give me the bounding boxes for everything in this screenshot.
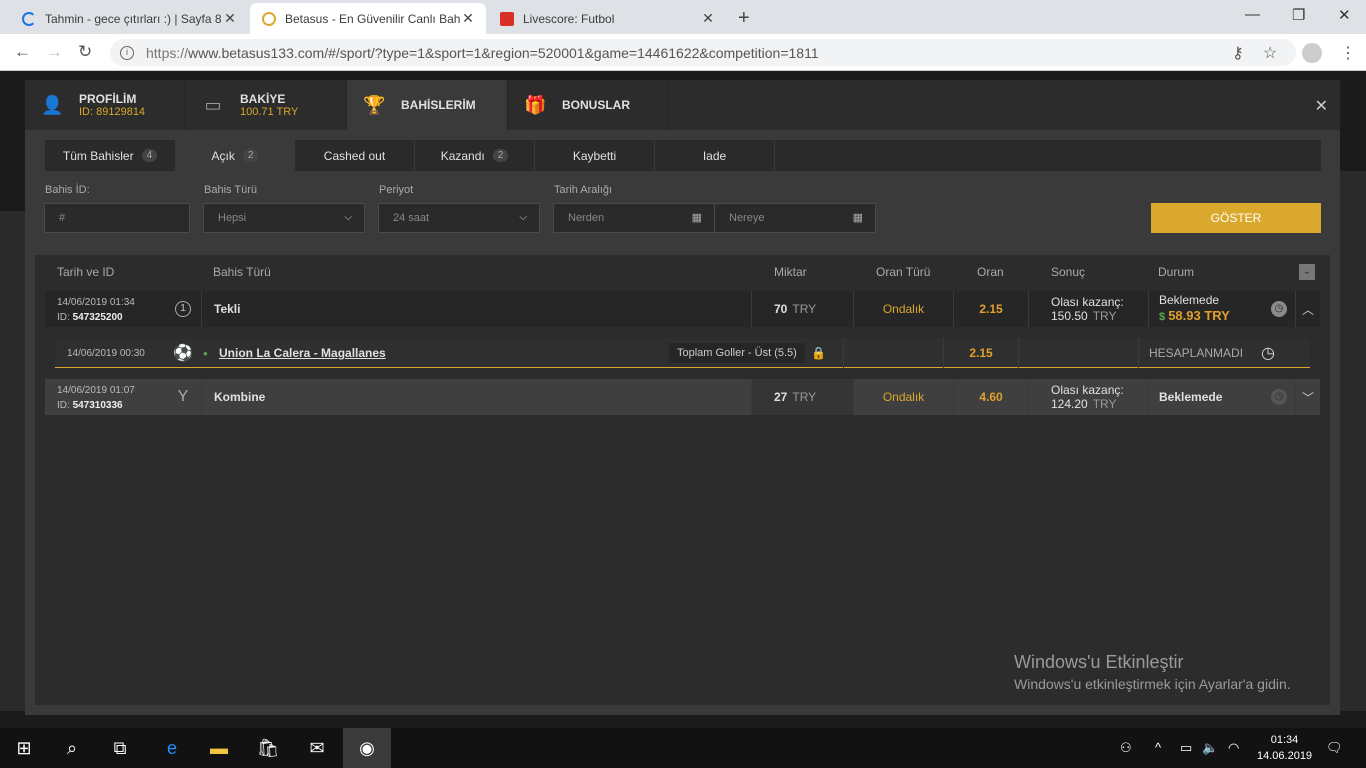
minimize-icon[interactable]: —: [1245, 6, 1260, 23]
clock-icon[interactable]: ◷: [1261, 338, 1275, 368]
notifications-icon[interactable]: 🗨: [1326, 740, 1343, 756]
calendar-icon[interactable]: ▦: [692, 211, 702, 224]
menu-icon[interactable]: ⋮: [1340, 43, 1356, 63]
back-icon[interactable]: ←: [14, 42, 31, 62]
background-right: [1340, 171, 1366, 711]
star-icon[interactable]: ☆: [1263, 43, 1277, 63]
close-modal-icon[interactable]: ✕: [1315, 96, 1328, 116]
close-tab-icon[interactable]: ✕: [222, 10, 238, 27]
browser-tab-3[interactable]: Livescore: Futbol ✕: [488, 3, 726, 34]
url-field[interactable]: i https://www.betasus133.com/#/sport/?ty…: [110, 39, 1296, 66]
tab-balance[interactable]: ▭ BAKİYE 100.71 TRY: [186, 80, 347, 130]
cashout-icon: $: [1159, 311, 1169, 323]
football-icon: ⚽: [173, 345, 193, 362]
close-tab-icon[interactable]: ✕: [460, 10, 476, 27]
browser-tab-1[interactable]: Tahmin - gece çıtırları :) | Sayfa 8 ✕: [10, 3, 248, 34]
background-sidebar: [0, 211, 25, 711]
wifi-icon[interactable]: ◠: [1228, 740, 1239, 756]
user-icon: 👤: [41, 95, 64, 115]
tab-lost[interactable]: Kaybetti: [535, 140, 655, 171]
edge-icon[interactable]: e: [160, 736, 184, 760]
tab-refund[interactable]: Iade: [655, 140, 775, 171]
forward-icon[interactable]: →: [46, 42, 63, 62]
match-link[interactable]: Union La Calera - Magallanes: [219, 338, 386, 368]
bet-id-label: Bahis İD:: [45, 184, 90, 196]
show-button[interactable]: GÖSTER: [1151, 203, 1321, 233]
market-badge: Toplam Goller - Üst (5.5): [669, 343, 805, 363]
loading-icon: [22, 11, 36, 26]
bet-type-label: Bahis Türü: [204, 184, 257, 196]
period-select[interactable]: 24 saat ⌵: [378, 203, 540, 233]
address-bar-row: ← → ↻ i https://www.betasus133.com/#/spo…: [0, 34, 1366, 71]
table-header: Tarih ve ID Bahis Türü Miktar Oran Türü …: [35, 255, 1330, 290]
live-dot-icon: ●: [203, 348, 208, 358]
wallet-icon: ▭: [204, 95, 222, 115]
modal-tabs: 👤 PROFİLİM ID: 89129814 ▭ BAKİYE 100.71 TR…: [25, 80, 1340, 130]
volume-icon[interactable]: 🔈: [1202, 740, 1218, 756]
livescore-favicon-icon: [500, 11, 514, 26]
date-from-input[interactable]: Nerden ▦: [553, 203, 715, 233]
maximize-icon[interactable]: ❐: [1292, 6, 1305, 24]
browser-tab-2[interactable]: Betasus - En Güvenilir Canlı Bahis ✕: [250, 3, 486, 34]
lock-icon: 🔒: [811, 346, 826, 360]
activation-watermark-title: Windows'u Etkinleştir: [1014, 652, 1184, 672]
search-icon[interactable]: ⌕: [60, 736, 84, 760]
table-row[interactable]: 14/06/2019 01:07 ID: 547310336 Y Kombine…: [45, 379, 1320, 415]
system-clock[interactable]: 01:34 14.06.2019: [1257, 732, 1312, 764]
tab-my-bets[interactable]: 🏆 BAHİSLERİM: [347, 80, 508, 130]
date-range-label: Tarih Aralığı: [554, 184, 613, 196]
combo-bet-icon: Y: [177, 388, 189, 405]
tab-won[interactable]: Kazandı 2: [415, 140, 535, 171]
browser-tab-strip: Tahmin - gece çıtırları :) | Sayfa 8 ✕ B…: [0, 0, 1366, 34]
close-window-icon[interactable]: ✕: [1338, 6, 1351, 24]
trophy-icon: 🏆: [363, 95, 386, 115]
calendar-icon[interactable]: ▦: [853, 211, 863, 224]
new-tab-icon[interactable]: +: [738, 7, 750, 30]
tab-bonuses[interactable]: 🎁 BONUSLAR: [508, 80, 669, 130]
table-row[interactable]: 14/06/2019 01:34 ID: 547325200 1 Tekli 7…: [45, 291, 1320, 327]
battery-icon[interactable]: ▭: [1180, 740, 1192, 756]
clock-icon: ◷: [1271, 301, 1287, 317]
betasus-favicon-icon: [262, 11, 276, 26]
avatar[interactable]: [1302, 43, 1322, 63]
key-icon[interactable]: ⚷: [1232, 43, 1244, 63]
reload-icon[interactable]: ↻: [78, 42, 92, 62]
close-tab-icon[interactable]: ✕: [700, 10, 716, 27]
chevron-down-icon[interactable]: ﹀: [1295, 379, 1320, 415]
chevron-up-icon[interactable]: ^: [1155, 740, 1161, 755]
period-label: Periyot: [379, 184, 414, 196]
tab-all-bets[interactable]: Tüm Bahisler 4: [45, 140, 176, 171]
bet-id-input[interactable]: #: [44, 203, 190, 233]
chevron-down-icon: ⌵: [519, 212, 527, 223]
chevron-up-icon[interactable]: ︿: [1295, 291, 1320, 327]
bet-event-row[interactable]: 14/06/2019 00:30 ⚽ ● Union La Calera - M…: [55, 338, 1310, 368]
task-view-icon[interactable]: ⧉: [108, 736, 132, 760]
gift-icon: 🎁: [524, 95, 547, 115]
bet-filter-tabs: Tüm Bahisler 4 Açık 2 Cashed out Kazandı 2 …: [45, 140, 1321, 171]
store-icon[interactable]: 🛍: [256, 736, 280, 760]
collapse-all-icon[interactable]: ⌄: [1299, 264, 1315, 280]
activation-watermark-text: Windows'u etkinleştirmek için Ayarlar'a …: [1014, 676, 1291, 692]
clock-icon: ◷: [1271, 389, 1287, 405]
bet-type-select[interactable]: Hepsi ⌵: [203, 203, 365, 233]
my-bets-modal: 👤 PROFİLİM ID: 89129814 ▭ BAKİYE 100.71 TR…: [25, 80, 1340, 715]
windows-taskbar: ⊞ ⌕ ⧉ e ▬ 🛍 ✉ ◉ ⚇ ^ ▭ 🔈 ◠ 01:34 14.06.201…: [0, 728, 1366, 768]
tab-open[interactable]: Açık 2: [176, 140, 295, 171]
people-icon[interactable]: ⚇: [1120, 740, 1132, 756]
cashout-amount[interactable]: $ 58.93 TRY: [1159, 308, 1268, 325]
date-to-input[interactable]: Nereye ▦: [714, 203, 876, 233]
tab-cashed-out[interactable]: Cashed out: [295, 140, 415, 171]
mail-icon[interactable]: ✉: [305, 736, 329, 760]
chrome-icon[interactable]: ◉: [343, 728, 391, 768]
file-explorer-icon[interactable]: ▬: [207, 736, 231, 760]
windows-start-icon[interactable]: ⊞: [12, 736, 36, 760]
single-bet-icon: 1: [175, 301, 191, 317]
info-icon[interactable]: i: [120, 45, 134, 60]
chevron-down-icon: ⌵: [344, 212, 352, 223]
tab-profile[interactable]: 👤 PROFİLİM ID: 89129814: [25, 80, 186, 130]
bets-table: Tarih ve ID Bahis Türü Miktar Oran Türü …: [35, 255, 1330, 705]
